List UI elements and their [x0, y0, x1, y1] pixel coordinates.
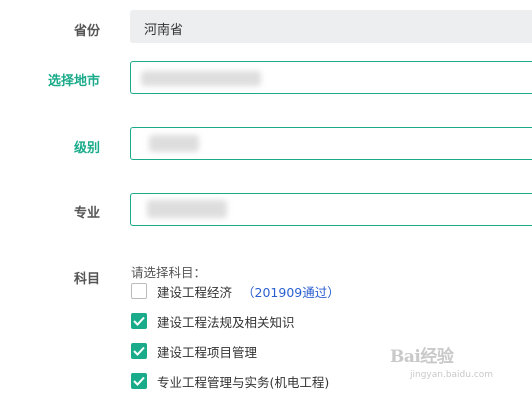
province-value: 河南省 [144, 23, 184, 38]
redacted-major [147, 200, 227, 218]
redacted-city [141, 71, 261, 86]
province-field: 河南省 [130, 10, 532, 43]
check-icon [133, 346, 145, 356]
subject-row-economics[interactable]: 建设工程经济 （201909通过） [131, 281, 340, 301]
subject-pass-note: （201909通过） [242, 284, 340, 300]
subject-name-project: 建设工程项目管理 [157, 344, 258, 360]
province-label: 省份 [73, 24, 100, 39]
subject-name-law: 建设工程法规及相关知识 [157, 314, 295, 330]
major-select[interactable] [130, 193, 532, 226]
level-label: 级别 [73, 141, 100, 156]
check-icon [133, 376, 145, 386]
subjects-label: 科目 [73, 272, 100, 287]
subject-name-economics: 建设工程经济 [157, 284, 233, 300]
subject-name-practice: 专业工程管理与实务(机电工程) [157, 374, 330, 390]
checkbox-practice[interactable] [131, 373, 147, 389]
checkbox-law[interactable] [131, 313, 147, 329]
exam-registration-form: 省份 河南省 选择地市 级别 专业 科目 请选择科目： 建设工程经济 （2019… [0, 0, 532, 406]
level-select[interactable] [130, 127, 532, 160]
watermark-url: jingyan.baidu.com [410, 370, 494, 380]
subject-row-project[interactable]: 建设工程项目管理 [131, 341, 257, 361]
city-label: 选择地市 [47, 74, 100, 89]
city-select[interactable] [130, 61, 532, 94]
subject-row-law[interactable]: 建设工程法规及相关知识 [131, 311, 295, 331]
checkbox-economics[interactable] [131, 283, 147, 299]
baidu-jingyan-watermark: Bai经验 [390, 347, 454, 367]
subjects-hint: 请选择科目： [131, 265, 207, 280]
subject-row-practice[interactable]: 专业工程管理与实务(机电工程) [131, 371, 329, 391]
checkbox-project[interactable] [131, 343, 147, 359]
major-label: 专业 [73, 206, 100, 221]
redacted-level [149, 135, 199, 152]
check-icon [133, 316, 145, 326]
